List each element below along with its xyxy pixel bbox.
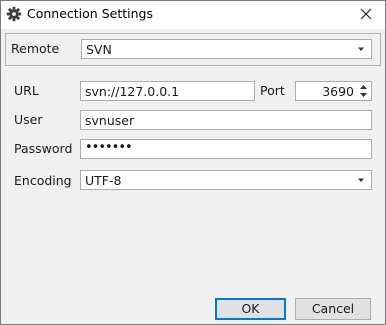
remote-value: SVN xyxy=(86,42,112,57)
chevron-down-icon xyxy=(358,47,364,51)
user-label: User xyxy=(14,112,43,127)
password-value: ••••••• xyxy=(85,140,133,155)
chevron-down-icon xyxy=(358,178,364,182)
title-bar[interactable]: Connection Settings xyxy=(1,1,385,29)
cancel-button[interactable]: Cancel xyxy=(295,298,371,320)
close-button[interactable] xyxy=(357,5,375,23)
url-field[interactable]: svn://127.0.0.1 xyxy=(80,81,255,101)
password-label: Password xyxy=(14,141,73,156)
dialog-title: Connection Settings xyxy=(27,6,153,21)
port-label: Port xyxy=(260,83,285,98)
remote-group: Remote SVN xyxy=(5,33,381,66)
remote-label: Remote xyxy=(11,41,60,56)
port-stepper[interactable]: 3690 xyxy=(295,81,372,101)
user-field[interactable]: svnuser xyxy=(80,110,372,130)
encoding-value: UTF-8 xyxy=(85,173,122,188)
port-value: 3690 xyxy=(322,84,354,99)
connection-settings-dialog: Connection Settings Remote SVN URL svn:/… xyxy=(0,0,386,325)
gear-icon xyxy=(6,6,22,22)
url-label: URL xyxy=(14,83,39,98)
user-value: svnuser xyxy=(85,113,135,128)
spin-down-arrow-icon[interactable] xyxy=(358,91,369,99)
encoding-label: Encoding xyxy=(14,173,72,188)
password-field[interactable]: ••••••• xyxy=(80,139,372,159)
url-value: svn://127.0.0.1 xyxy=(85,84,180,99)
remote-select[interactable]: SVN xyxy=(81,39,372,59)
spin-up-arrow-icon[interactable] xyxy=(358,83,369,91)
ok-button[interactable]: OK xyxy=(215,298,286,320)
close-icon xyxy=(360,8,372,20)
encoding-select[interactable]: UTF-8 xyxy=(80,170,372,190)
